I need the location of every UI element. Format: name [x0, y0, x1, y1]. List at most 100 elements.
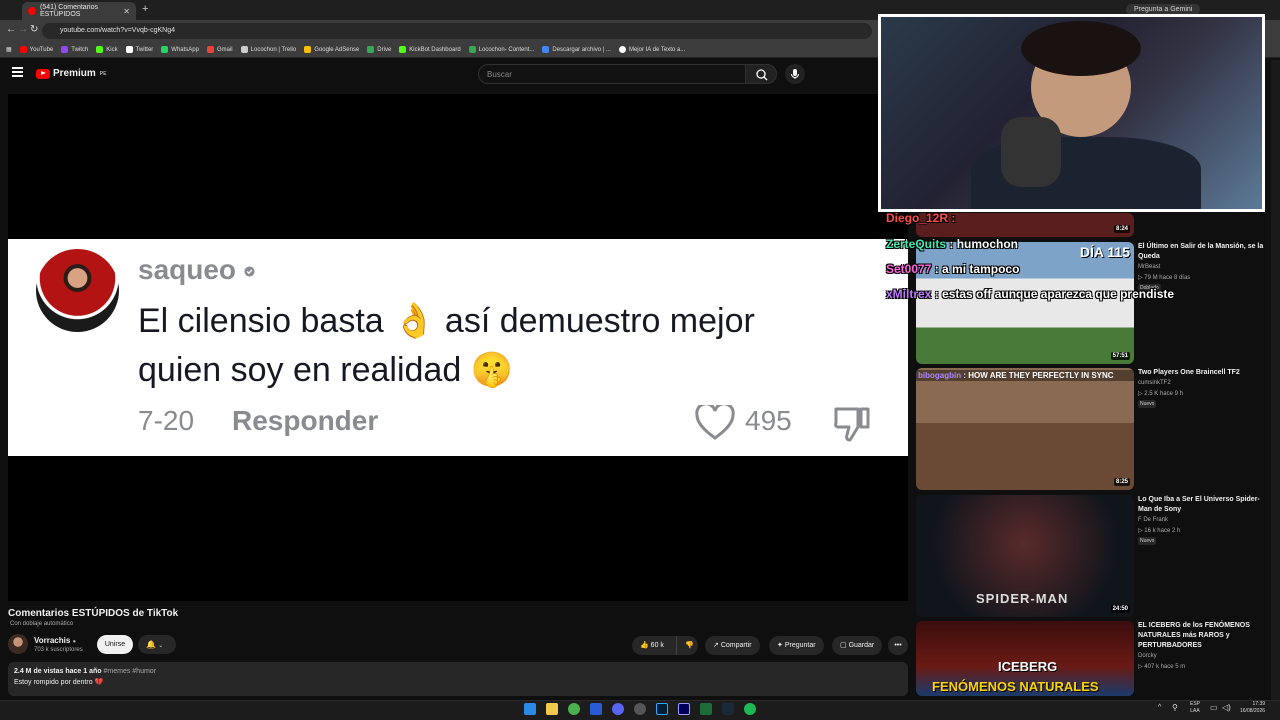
commenter-avatar — [36, 249, 119, 332]
bookmark-trello[interactable]: Locochon | Trello — [240, 46, 296, 53]
youtube-play-icon — [36, 68, 50, 79]
related-thumbnail-4[interactable]: ICEBERG FENÓMENOS NATURALES — [916, 621, 1134, 696]
chat-line-2: Set0077 : a mi tampoco — [886, 262, 1020, 276]
join-button[interactable]: Unirse — [97, 635, 133, 654]
discord-icon[interactable] — [612, 703, 624, 715]
thumbs-down-icon: 👎 — [685, 642, 694, 649]
notification-bell-button[interactable]: 🔔 ⌄ — [138, 635, 176, 654]
chevron-down-icon: ⌄ — [158, 643, 164, 649]
bookmark-drive[interactable]: Drive — [367, 46, 391, 53]
youtube-favicon-icon — [28, 7, 36, 15]
apps-icon[interactable]: ▦ — [6, 46, 12, 53]
url-text: youtube.com/watch?v=Vvqb-cgKNg4 — [60, 27, 175, 34]
comment-username: saqueo — [138, 254, 255, 286]
bookmark-kick[interactable]: Kick — [96, 46, 118, 53]
close-tab-icon[interactable]: ✕ — [123, 7, 130, 16]
photoshop-icon[interactable] — [656, 703, 668, 715]
page-scrollbar[interactable] — [1271, 60, 1280, 700]
bookmark-icon: ▢ — [840, 642, 847, 649]
bookmark-mejor-ia[interactable]: Mejor IA de Texto a... — [618, 46, 685, 53]
dubbing-label: Con doblaje automático — [10, 621, 74, 627]
chat-line-0: Diego_12R : — [886, 211, 956, 225]
related-thumbnail-3[interactable]: SPIDER-MAN 24:50 — [916, 495, 1134, 617]
related-badge-3: Nuevo — [1138, 537, 1157, 545]
channel-name[interactable]: Vorrachis ● — [34, 636, 76, 645]
obs-icon[interactable] — [634, 703, 646, 715]
thumbnail-text: SPIDER-MAN — [976, 591, 1069, 606]
related-title-2[interactable]: Two Players One Braincell TF2 — [1138, 368, 1270, 378]
search-button[interactable] — [745, 64, 777, 84]
related-channel-2[interactable]: cumsinkTF2 — [1138, 380, 1171, 386]
related-title-3[interactable]: Lo Que Iba a Ser El Universo Spider-Man … — [1138, 495, 1270, 515]
thumbnail-text: bibogagbin : HOW ARE THEY PERFECTLY IN S… — [916, 370, 1134, 381]
description-meta: 2.4 M de vistas hace 1 año #memes #humor — [14, 668, 157, 675]
chat-line-3: xMiltrex : estas off aunque aparezca que… — [886, 287, 1175, 301]
back-icon[interactable]: ← — [6, 24, 16, 35]
thumbnail-subtext: FENÓMENOS NATURALES — [932, 679, 1099, 694]
trello-icon[interactable] — [590, 703, 602, 715]
ask-button[interactable]: ✦ Preguntar — [769, 636, 824, 655]
chrome-icon[interactable] — [568, 703, 580, 715]
network-icon[interactable]: ▭ — [1210, 703, 1218, 712]
logo-text: Premium — [53, 68, 96, 79]
steam-icon[interactable] — [722, 703, 734, 715]
webcam-hair — [1021, 21, 1141, 76]
excel-icon[interactable] — [700, 703, 712, 715]
description-text: Estoy rompido por dentro 💔 — [14, 679, 104, 686]
related-meta-2: ▷ 2.5 K hace 9 h — [1138, 391, 1183, 397]
more-actions-button[interactable]: ••• — [888, 636, 908, 655]
reload-icon[interactable]: ↻ — [30, 24, 38, 35]
new-tab-icon[interactable]: + — [142, 3, 148, 15]
bookmark-gmail[interactable]: Gmail — [206, 46, 233, 53]
bookmark-descargar[interactable]: Descargar archivo | ... — [542, 46, 611, 53]
related-title-4[interactable]: EL ICEBERG de los FENÓMENOS NATURALES má… — [1138, 621, 1270, 651]
file-explorer-icon[interactable] — [546, 703, 558, 715]
related-channel-3[interactable]: F De Frank — [1138, 517, 1168, 523]
share-button[interactable]: ↗ Compartir — [705, 636, 760, 655]
channel-avatar[interactable] — [8, 634, 28, 654]
bookmark-twitter[interactable]: Twitter — [125, 46, 153, 53]
sparkle-icon: ✦ — [777, 642, 783, 649]
comment-like-count: 495 — [745, 405, 792, 436]
system-clock[interactable]: 17:39 16/08/2026 — [1240, 701, 1265, 715]
save-button[interactable]: ▢ Guardar — [832, 636, 883, 655]
bookmark-kickbot[interactable]: KickBot Dashboard — [399, 46, 461, 53]
thumbnail-text: DÍA 115 — [1079, 244, 1130, 260]
youtube-premium-logo[interactable]: Premium PE — [36, 68, 106, 79]
streamer-webcam-overlay — [878, 14, 1265, 212]
microphone-icon — [791, 69, 799, 79]
bookmark-whatsapp[interactable]: WhatsApp — [161, 46, 199, 53]
related-channel-4[interactable]: Dorcky — [1138, 653, 1157, 659]
windows-start-icon[interactable] — [524, 703, 536, 715]
bookmark-locochon-content[interactable]: Locochon- Content... — [468, 46, 534, 53]
dislike-button[interactable]: 👎 — [676, 636, 698, 655]
volume-icon[interactable]: ◁) — [1222, 703, 1231, 712]
related-title-1[interactable]: El Último en Salir de la Mansión, se la … — [1138, 242, 1270, 262]
related-meta-4: ▷ 407 k hace 5 m — [1138, 664, 1186, 670]
premiere-icon[interactable] — [678, 703, 690, 715]
bookmark-adsense[interactable]: Google AdSense — [304, 46, 359, 53]
related-meta-1: ▷ 79 M hace 8 días — [1138, 275, 1191, 281]
search-input[interactable]: Buscar — [478, 64, 746, 84]
url-field[interactable]: youtube.com/watch?v=Vvqb-cgKNg4 — [42, 23, 872, 39]
like-button[interactable]: 👍 60 k — [632, 636, 676, 655]
related-channel-1[interactable]: MrBeast — [1138, 264, 1160, 270]
language-indicator[interactable]: ESP LAA — [1190, 701, 1200, 715]
video-title: Comentarios ESTÚPIDOS de TikTok — [8, 608, 179, 619]
thumbnail-text: ICEBERG — [998, 659, 1058, 674]
tray-app-icon[interactable]: ⚲ — [1172, 703, 1178, 712]
webcam-microphone — [1001, 117, 1061, 187]
spotify-icon[interactable] — [744, 703, 756, 715]
browser-tab[interactable]: (541) Comentarios ESTÚPIDOS ✕ — [22, 2, 136, 20]
bookmark-youtube[interactable]: YouTube — [19, 46, 53, 53]
forward-icon[interactable]: → — [18, 24, 28, 35]
related-thumbnail-2[interactable]: bibogagbin : HOW ARE THEY PERFECTLY IN S… — [916, 368, 1134, 490]
comment-text: El cilensio basta 👌 así demuestro mejor … — [138, 302, 755, 389]
search-icon — [756, 69, 768, 81]
voice-search-button[interactable] — [785, 64, 805, 84]
bookmark-twitch[interactable]: Twitch — [61, 46, 88, 53]
subscriber-count: 703 k suscriptores — [34, 647, 83, 653]
chevron-up-icon[interactable]: ^ — [1158, 704, 1161, 711]
hamburger-menu-icon[interactable] — [12, 67, 23, 77]
related-thumbnail-1[interactable]: DÍA 115 57:51 — [916, 242, 1134, 364]
